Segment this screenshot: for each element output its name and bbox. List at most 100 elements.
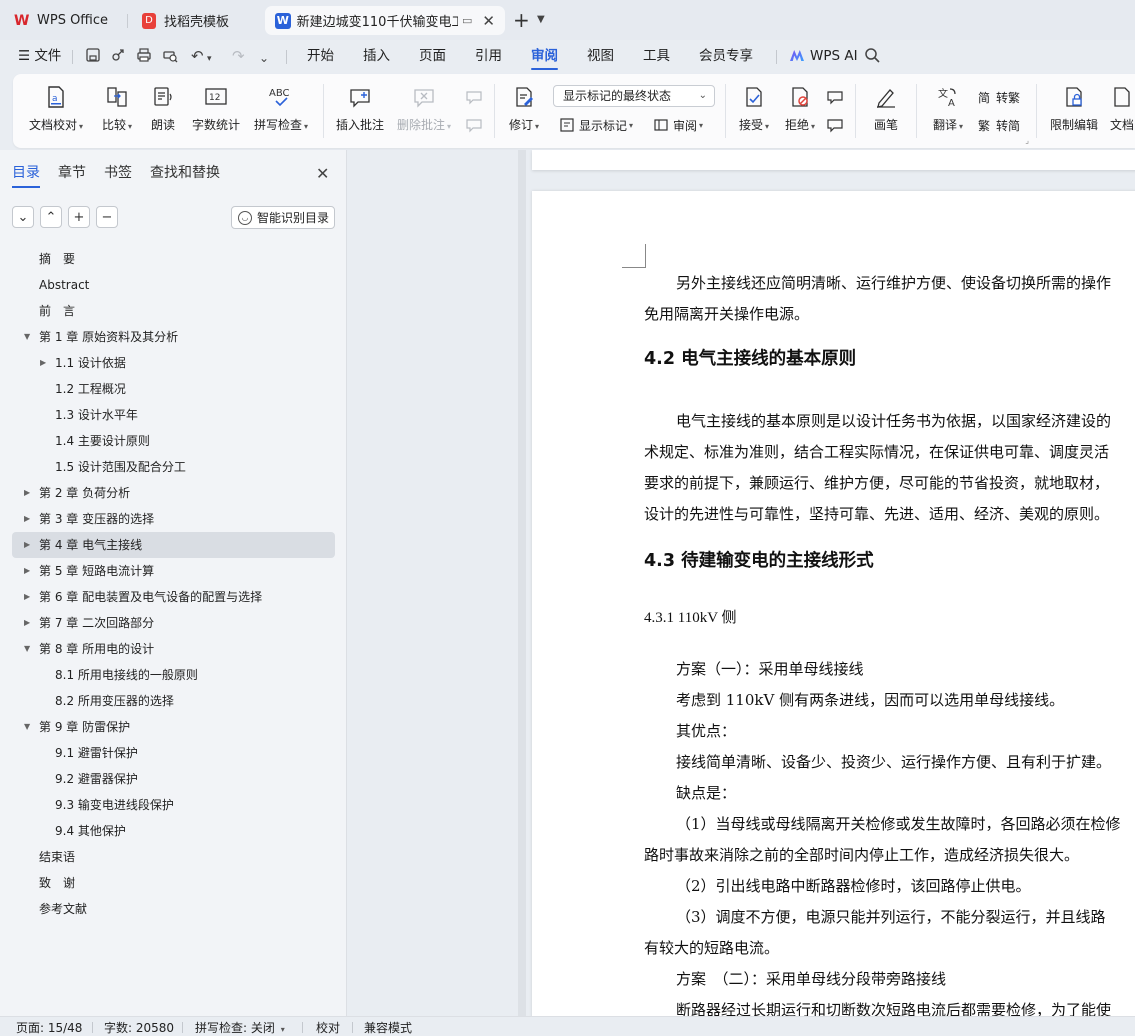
collapse-arrow-icon[interactable]: ▶	[24, 480, 30, 506]
menu-insert[interactable]: 插入	[363, 40, 390, 72]
expand-arrow-icon[interactable]: ▼	[24, 714, 30, 740]
tab-bookmark[interactable]: 书签	[104, 162, 132, 188]
toc-item[interactable]: 9.2 避雷器保护	[12, 766, 335, 792]
toc-item[interactable]: ▶ 1.1 设计依据	[12, 350, 335, 376]
tab-wps-office[interactable]: W WPS Office	[4, 6, 124, 35]
toc-item[interactable]: 致 谢	[12, 870, 335, 896]
accept-button[interactable]: 接受 ▾	[734, 74, 774, 148]
print-icon[interactable]	[136, 47, 152, 67]
document-page[interactable]: 另外主接线还应简明清晰、运行维护方便、使设备切换所需的操作 免用隔离开关操作电源。…	[532, 191, 1135, 1016]
toc-item[interactable]: ▶ 第 6 章 配电装置及电气设备的配置与选择	[12, 584, 335, 610]
review-pane-button[interactable]: 审阅 ▾	[653, 115, 703, 135]
chevron-down-icon[interactable]: ▼	[537, 14, 545, 25]
word-count-indicator[interactable]: 字数: 20580	[104, 1019, 174, 1036]
print-preview-icon[interactable]	[162, 47, 178, 67]
prev-change-icon[interactable]	[826, 87, 844, 107]
tab-chapter[interactable]: 章节	[58, 162, 86, 188]
expand-arrow-icon[interactable]: ▼	[24, 636, 30, 662]
reject-button[interactable]: 拒绝 ▾	[780, 74, 820, 148]
file-menu[interactable]: ☰ 文件	[18, 40, 61, 72]
collapse-arrow-icon[interactable]: ▶	[24, 558, 30, 584]
pen-button[interactable]: 画笔	[866, 74, 906, 148]
toc-item[interactable]: ▶ 第 3 章 变压器的选择	[12, 506, 335, 532]
toc-item[interactable]: ▶ 第 2 章 负荷分析	[12, 480, 335, 506]
doc-check-button[interactable]: a 文档校对 ▾	[27, 74, 85, 148]
page-indicator[interactable]: 页面: 15/48	[16, 1019, 82, 1036]
menu-reference[interactable]: 引用	[475, 40, 502, 72]
pane-scrollbar[interactable]	[518, 150, 526, 1016]
toc-item[interactable]: 8.2 所用变压器的选择	[12, 688, 335, 714]
compare-button[interactable]: 比较 ▾	[97, 74, 137, 148]
smart-toc-button[interactable]: ◡ 智能识别目录	[231, 206, 335, 229]
toc-item[interactable]: 摘 要	[12, 246, 335, 272]
collapse-arrow-icon[interactable]: ▶	[24, 584, 30, 610]
translate-button[interactable]: 文A 翻译 ▾	[925, 74, 971, 148]
menu-member[interactable]: 会员专享	[699, 40, 753, 72]
menu-tools[interactable]: 工具	[643, 40, 670, 72]
toc-item[interactable]: 1.3 设计水平年	[12, 402, 335, 428]
toc-item[interactable]: 1.2 工程概况	[12, 376, 335, 402]
redo-icon[interactable]: ↷	[232, 47, 245, 65]
spell-check-button[interactable]: ABC 拼写检查 ▾	[250, 74, 312, 148]
toc-item[interactable]: 前 言	[12, 298, 335, 324]
collapse-arrow-icon[interactable]: ▶	[40, 350, 46, 376]
tab-document[interactable]: W 新建边城变110千伏输变电工程 ▭ ✕	[265, 6, 505, 35]
collapse-up-button[interactable]: ⌃	[40, 206, 62, 228]
spell-check-status[interactable]: 拼写检查: 关闭 ▾	[195, 1019, 285, 1036]
more-chevron-icon[interactable]: ⌄	[259, 49, 269, 67]
new-tab-icon[interactable]: +	[513, 9, 530, 31]
wps-ai-button[interactable]: WPS AI	[790, 40, 858, 72]
save-icon[interactable]	[85, 47, 101, 67]
toc-item[interactable]: 9.3 输变电进线段保护	[12, 792, 335, 818]
toc-item[interactable]: Abstract	[12, 272, 335, 298]
undo-icon[interactable]: ↶	[191, 47, 204, 65]
word-count-button[interactable]: 12 字数统计	[189, 74, 243, 148]
delete-comment-button[interactable]: 删除批注 ▾	[394, 74, 454, 148]
undo-menu-chevron-icon[interactable]: ▾	[207, 50, 212, 68]
insert-comment-button[interactable]: 插入批注	[334, 74, 386, 148]
toc-item[interactable]: ▶ 第 5 章 短路电流计算	[12, 558, 335, 584]
menu-page[interactable]: 页面	[419, 40, 446, 72]
expand-arrow-icon[interactable]: ▼	[24, 324, 30, 350]
compat-mode-status[interactable]: 兼容模式	[364, 1019, 412, 1036]
to-traditional-button[interactable]: 简转繁	[976, 87, 1020, 107]
collapse-arrow-icon[interactable]: ▶	[24, 532, 30, 558]
toc-item[interactable]: ▼ 第 1 章 原始资料及其分析	[12, 324, 335, 350]
markup-mode-select[interactable]: 显示标记的最终状态 ⌄	[553, 85, 715, 107]
collapse-arrow-icon[interactable]: ▶	[24, 610, 30, 636]
toc-item[interactable]: ▶ 第 7 章 二次回路部分	[12, 610, 335, 636]
prev-comment-icon[interactable]	[465, 87, 483, 107]
restrict-edit-button[interactable]: 限制编辑	[1046, 74, 1102, 148]
show-markup-button[interactable]: 显示标记 ▾	[559, 115, 633, 135]
dialog-launcher-icon[interactable]: ⌟	[1025, 136, 1029, 145]
read-aloud-button[interactable]: 朗读	[144, 74, 182, 148]
toc-item[interactable]: ▼ 第 9 章 防雷保护	[12, 714, 335, 740]
toc-item[interactable]: 参考文献	[12, 896, 335, 922]
proofread-status[interactable]: 校对	[316, 1019, 340, 1036]
toc-item[interactable]: ▶ 第 4 章 电气主接线	[12, 532, 335, 558]
document-protect-button[interactable]: 文档	[1107, 74, 1135, 148]
menu-start[interactable]: 开始	[307, 40, 334, 72]
toc-item[interactable]: 1.5 设计范围及配合分工	[12, 454, 335, 480]
revise-button[interactable]: 修订 ▾	[505, 74, 543, 148]
toc-item[interactable]: 结束语	[12, 844, 335, 870]
tab-toc[interactable]: 目录	[12, 162, 40, 188]
to-simplified-button[interactable]: 繁转简	[976, 115, 1020, 135]
tab-find-replace[interactable]: 查找和替换	[150, 162, 220, 188]
remove-heading-button[interactable]: −	[96, 206, 118, 228]
toc-item[interactable]: 9.4 其他保护	[12, 818, 335, 844]
next-change-icon[interactable]	[826, 115, 844, 135]
toc-item[interactable]: 9.1 避雷针保护	[12, 740, 335, 766]
expand-down-button[interactable]: ⌄	[12, 206, 34, 228]
close-tab-icon[interactable]: ✕	[482, 12, 495, 30]
menu-view[interactable]: 视图	[587, 40, 614, 72]
tab-daoke-templates[interactable]: D 找稻壳模板	[132, 6, 260, 35]
menu-review[interactable]: 审阅	[531, 40, 558, 72]
search-icon[interactable]	[864, 47, 880, 67]
share-icon[interactable]	[110, 47, 126, 67]
close-pane-icon[interactable]: ✕	[316, 164, 329, 183]
next-comment-icon[interactable]	[465, 115, 483, 135]
monitor-icon[interactable]: ▭	[462, 14, 472, 27]
collapse-arrow-icon[interactable]: ▶	[24, 506, 30, 532]
document-area[interactable]: 另外主接线还应简明清晰、运行维护方便、使设备切换所需的操作 免用隔离开关操作电源。…	[348, 150, 1135, 1016]
